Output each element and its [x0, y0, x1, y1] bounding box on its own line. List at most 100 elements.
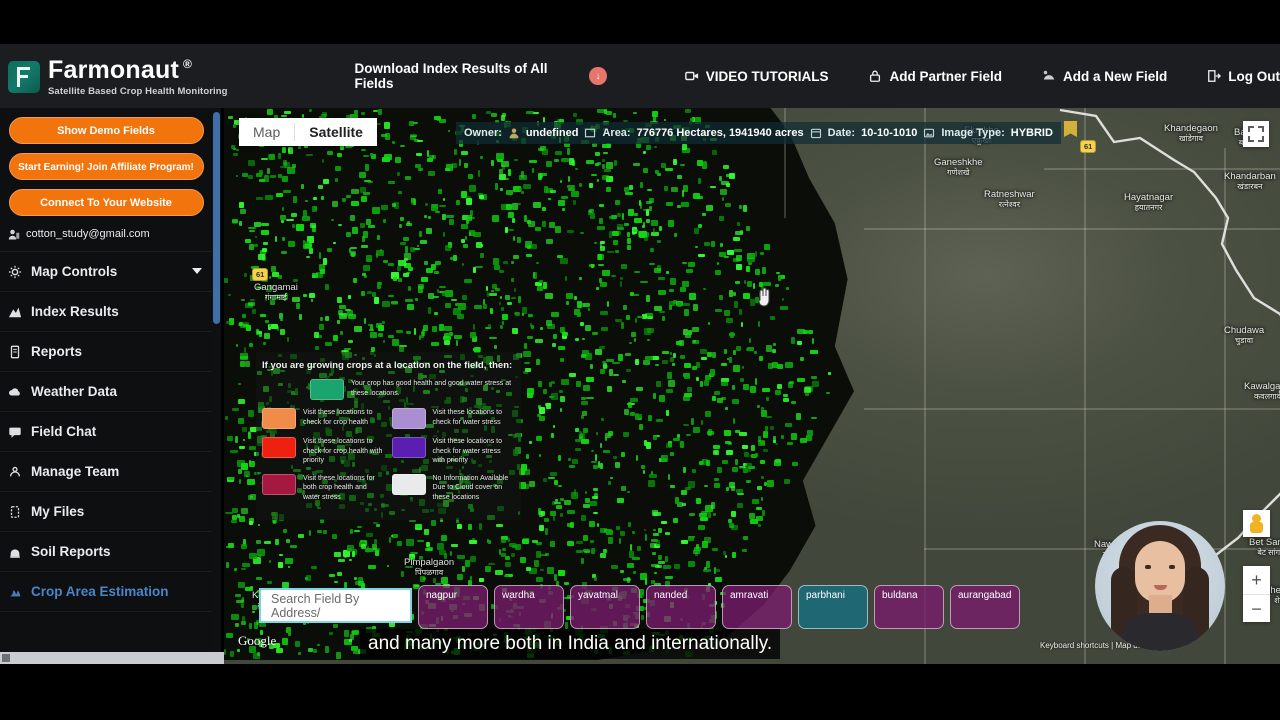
street-view-pegman-icon[interactable] [1243, 510, 1270, 537]
field-chip-buldana[interactable]: buldana [874, 585, 944, 629]
mouse-cursor-hand-icon [758, 287, 770, 307]
legend-swatch-white [391, 473, 426, 495]
field-chip-yavatmal[interactable]: yavatmal [570, 585, 640, 629]
affiliate-program-button[interactable]: Start Earning! Join Affiliate Program! [8, 153, 204, 180]
sidebar-item-manage-team[interactable]: Manage Team [0, 452, 212, 492]
sidebar-item-weather-data[interactable]: Weather Data [0, 372, 212, 412]
map-label-ratneshwar: Ratneshwar रत्नेश्वर [984, 190, 1035, 210]
map-label-name: Khandarban [1224, 171, 1276, 182]
map-label-name: Kawalgaon [1244, 381, 1280, 392]
field-chip-parbhani[interactable]: parbhani [798, 585, 868, 629]
zoom-in-button[interactable]: + [1243, 566, 1270, 594]
sidebar-promo-buttons[interactable]: Show Demo Fields Start Earning! Join Affi… [0, 117, 212, 216]
map-label-gangamai: Gangamai गंगामाई [254, 283, 298, 303]
team-icon [8, 465, 22, 479]
sidebar-item-soil-reports[interactable]: Soil Reports [0, 532, 212, 572]
map-label-name: Ratneshwar [984, 189, 1035, 200]
nav-item-label: Add Partner Field [889, 68, 1002, 84]
nav-item-log-out[interactable]: Log Out [1207, 69, 1280, 84]
brand-name: Farmonaut ® [48, 55, 192, 85]
legend-row: Visit these locations to check for crop … [262, 408, 513, 429]
files-icon [8, 505, 22, 519]
owner-value: undefined [525, 127, 579, 139]
sidebar-item-label: Index Results [31, 304, 119, 319]
farmonaut-logo-icon [8, 61, 40, 93]
nav-item-add-partner-field[interactable]: Add Partner Field [868, 69, 1002, 84]
sidebar-item-label: Reports [31, 344, 83, 359]
legend-swatch-good [310, 379, 344, 400]
map-road [864, 228, 1280, 230]
field-chip-list[interactable]: nagpur wardha yavatmal nanded amravati parbha… [418, 585, 1020, 629]
sidebar-item-index-results[interactable]: Index Results [0, 292, 212, 332]
highway-badge: 61 [1080, 140, 1097, 153]
nav-item-label: VIDEO TUTORIALS [705, 68, 829, 84]
fullscreen-icon[interactable] [1243, 121, 1269, 147]
sidebar[interactable]: Show Demo Fields Start Earning! Join Affi… [0, 108, 212, 656]
user-icon [8, 229, 20, 240]
nav-item-label: Log Out [1228, 68, 1280, 84]
map-label-native: रत्नेश्वर [998, 200, 1020, 209]
video-camera-icon [684, 69, 699, 83]
area-value: 776776 Hectares, 1941940 acres [636, 127, 804, 139]
zoom-out-button[interactable]: − [1243, 595, 1270, 623]
map-label-khandegaon: Khandegaon खांडेगाव [1164, 124, 1218, 144]
field-chip-nanded[interactable]: nanded [646, 585, 716, 629]
letterbox-bottom [0, 664, 1280, 720]
sidebar-user-row: cotton_study@gmail.com [0, 216, 212, 252]
show-demo-fields-button[interactable]: Show Demo Fields [8, 117, 204, 144]
legend-swatch-purple [391, 437, 426, 458]
calendar-icon [810, 128, 821, 139]
sidebar-item-reports[interactable]: Reports [0, 332, 212, 372]
map-label-name: Chudawa [1224, 325, 1265, 336]
brand: Farmonaut ® Satellite Based Crop Health … [0, 55, 290, 97]
top-navigation-bar[interactable]: Farmonaut ® Satellite Based Crop Health … [0, 44, 1280, 108]
map-label-native: गणेशखे [947, 168, 970, 177]
nav-item-video-tutorials[interactable]: VIDEO TUTORIALS [684, 68, 829, 84]
registered-mark: ® [182, 57, 192, 71]
legend-label: Visit these locations to check for water… [432, 409, 503, 426]
sidebar-item-map-controls[interactable]: Map Controls [0, 252, 212, 292]
field-chip-nagpur[interactable]: nagpur [418, 585, 488, 629]
map-label-native: बेट सांगवी [1257, 548, 1280, 557]
map-road [924, 108, 926, 664]
map-zoom-controls[interactable]: + − [1243, 566, 1270, 622]
sidebar-menu[interactable]: Map Controls Index Results Reports Weather … [0, 252, 212, 612]
top-nav-items[interactable]: VIDEO TUTORIALS Add Partner Field Add a Ne… [684, 68, 1280, 84]
field-chip-aurangabad[interactable]: aurangabad [950, 585, 1020, 629]
sidebar-scrollbar-thumb[interactable] [213, 112, 220, 324]
sidebar-item-my-files[interactable]: My Files [0, 492, 212, 532]
date-value: 10-10-1010 [861, 127, 918, 139]
field-chip-amravati[interactable]: amravati [722, 585, 792, 629]
connect-website-button[interactable]: Connect To Your Website [8, 189, 204, 216]
sidebar-item-crop-area-estimation[interactable]: Crop Area Estimation [0, 572, 212, 612]
chevron-down-icon[interactable] [192, 268, 202, 274]
chart-icon [8, 305, 22, 319]
sidebar-item-label: Map Controls [31, 264, 118, 279]
map-label-native: पिंपळगाव [414, 568, 444, 577]
map-road [864, 408, 1280, 410]
legend-swatch-orange [262, 408, 296, 429]
map-label-native: कवलगाव [1253, 392, 1280, 401]
nav-item-add-a-new-field[interactable]: Add a New Field [1042, 69, 1167, 84]
map-label-native: हयातनगर [1134, 203, 1163, 212]
date-label: Date: [827, 127, 856, 139]
map-label-kawalgaon: Kawalgaonकवलगाव [1244, 382, 1280, 402]
legend-row: Visit these locations for both crop heal… [262, 473, 513, 503]
search-input[interactable]: Search Field By Address/ [259, 588, 412, 623]
horizontal-scrollbar[interactable] [0, 652, 224, 664]
legend-swatch-red [262, 437, 296, 458]
map-road [1044, 168, 1280, 170]
crop-area-icon [8, 585, 22, 599]
map-label-name: Gangamai [254, 282, 298, 293]
map-road [1084, 108, 1086, 664]
add-field-icon [1042, 69, 1056, 83]
map-toggle-satellite[interactable]: Satellite [295, 118, 377, 146]
map-toggle-map[interactable]: Map [239, 118, 294, 146]
download-index-results-button[interactable]: Download Index Results of All Fields ↓ [354, 61, 607, 91]
sidebar-item-field-chat[interactable]: Field Chat [0, 412, 212, 452]
field-chip-wardha[interactable]: wardha [494, 585, 564, 629]
map-type-toggle[interactable]: Map Satellite [239, 118, 377, 146]
legend-label: Visit these locations to check for crop … [303, 409, 373, 426]
sidebar-item-label: Soil Reports [31, 544, 111, 559]
sidebar-item-label: Crop Area Estimation [31, 584, 169, 599]
